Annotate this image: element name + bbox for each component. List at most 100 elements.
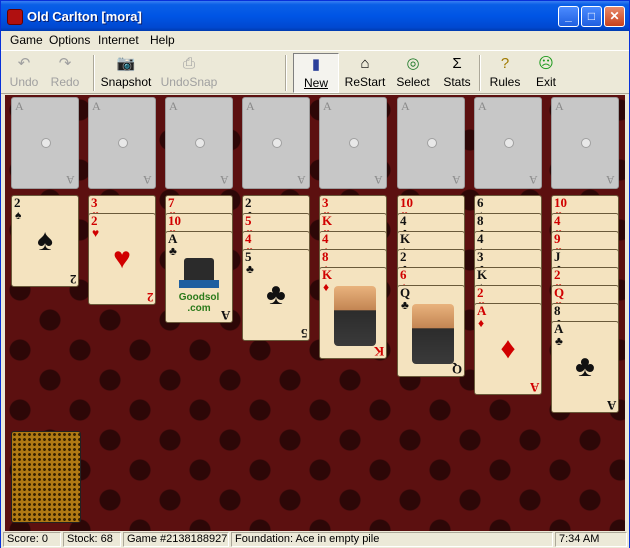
stats-button[interactable]: Σ Stats	[439, 53, 475, 93]
undo-button[interactable]: ↶ Undo	[5, 53, 43, 93]
redo-button[interactable]: ↷ Redo	[45, 53, 85, 93]
playing-card[interactable]: A ♣ Goodsol .com A	[165, 231, 233, 323]
empty-slot-dot-icon	[581, 138, 591, 148]
message-panel: Foundation: Ace in empty pile	[231, 532, 553, 547]
toolbar-separator	[285, 55, 287, 91]
smiley-exit-icon: ☹	[538, 55, 554, 72]
foundation-slot[interactable]: AA	[88, 97, 156, 189]
stock-count-panel: Stock: 68	[63, 532, 121, 547]
foundation-slot[interactable]: AA	[319, 97, 387, 189]
card-rank: K	[373, 344, 384, 359]
question-icon: ?	[500, 55, 510, 72]
playing-card[interactable]: K ♦ K	[319, 267, 387, 359]
redo-icon: ↷	[58, 55, 72, 72]
house-icon: ⌂	[360, 55, 370, 72]
playing-card[interactable]: 2 ♠ ♠ 2	[11, 195, 79, 287]
foundation-label: A	[401, 99, 410, 113]
card-rank: A	[529, 380, 539, 395]
score-panel: Score: 0	[3, 532, 61, 547]
card-suit-icon: ♦	[478, 316, 485, 330]
magnifier-icon: ◎	[406, 55, 420, 72]
card-suit-icon: ♣	[169, 244, 177, 258]
card-rank: A	[606, 398, 616, 413]
card-center-suit-icon: ♠	[37, 224, 53, 257]
new-game-button[interactable]: ▮ New	[293, 53, 339, 93]
game-table: AAAAAAAAAAAAAAAA 2♠♠23♥2♥♥27♥10♥A♣Goodso…	[5, 95, 625, 531]
menu-bar: Game Options Internet Help	[1, 31, 629, 49]
toolbar: ↶ Undo ↷ Redo 📷 Snapshot ⎙ UndoSnap ▮ Ne…	[1, 50, 629, 94]
title-bar[interactable]: Old Carlton [mora] _ □ ✕	[1, 1, 629, 31]
card-suit-icon: ♣	[246, 262, 254, 276]
card-deck-icon: ▮	[311, 56, 321, 73]
menu-options[interactable]: Options	[49, 33, 90, 47]
menu-internet[interactable]: Internet	[98, 33, 139, 47]
foundation-label: A	[452, 173, 461, 187]
playing-card[interactable]: A ♣ ♣ A	[551, 321, 619, 413]
maximize-button[interactable]: □	[581, 6, 602, 27]
card-rank: A	[220, 308, 230, 323]
foundation-slot[interactable]: AA	[474, 97, 542, 189]
menu-game[interactable]: Game	[10, 33, 43, 47]
empty-slot-dot-icon	[427, 138, 437, 148]
rules-button[interactable]: ? Rules	[487, 53, 523, 93]
empty-slot-dot-icon	[118, 138, 128, 148]
select-game-button[interactable]: ◎ Select	[393, 53, 433, 93]
court-card-portrait	[334, 286, 376, 346]
card-suit-icon: ♥	[92, 226, 100, 240]
card-center-suit-icon: ♦	[500, 332, 516, 365]
empty-slot-dot-icon	[41, 138, 51, 148]
app-icon[interactable]	[7, 9, 23, 25]
empty-slot-dot-icon	[504, 138, 514, 148]
court-card-portrait	[412, 304, 454, 364]
clock-panel: 7:34 AM	[555, 532, 627, 547]
foundation-slot[interactable]: AA	[242, 97, 310, 189]
empty-slot-dot-icon	[195, 138, 205, 148]
card-suit-icon: ♣	[401, 298, 409, 312]
sigma-icon: Σ	[452, 55, 462, 72]
menu-help[interactable]: Help	[150, 33, 175, 47]
card-center-suit-icon: ♣	[266, 278, 286, 311]
minimize-button[interactable]: _	[558, 6, 579, 27]
camera-icon: 📷	[116, 55, 136, 72]
card-suit-icon: ♦	[323, 280, 330, 294]
foundation-slot[interactable]: AA	[551, 97, 619, 189]
foundation-label: A	[529, 173, 538, 187]
playing-card[interactable]: A ♦ ♦ A	[474, 303, 542, 395]
undosnap-icon: ⎙	[182, 55, 195, 72]
foundation-slot[interactable]: AA	[165, 97, 233, 189]
undosnap-button[interactable]: ⎙ UndoSnap	[159, 53, 219, 93]
close-button[interactable]: ✕	[604, 6, 625, 27]
foundation-label: A	[15, 99, 24, 113]
undo-icon: ↶	[17, 55, 31, 72]
app-window: Old Carlton [mora] _ □ ✕ Game Options In…	[0, 0, 630, 548]
hat-band	[179, 280, 219, 288]
goodsol-logo: Goodsol .com	[166, 258, 232, 314]
snapshot-button[interactable]: 📷 Snapshot	[99, 53, 153, 93]
game-number-panel: Game #2138188927	[123, 532, 229, 547]
playing-card[interactable]: Q ♣ Q	[397, 285, 465, 377]
foundation-label: A	[220, 173, 229, 187]
foundation-label: A	[555, 99, 564, 113]
playing-card[interactable]: 5 ♣ ♣ 5	[242, 249, 310, 341]
card-rank: Q	[451, 362, 462, 377]
foundation-slot[interactable]: AA	[397, 97, 465, 189]
playing-card[interactable]: 2 ♥ ♥ 2	[88, 213, 156, 305]
card-rank: 5	[300, 326, 308, 341]
foundation-label: A	[606, 173, 615, 187]
empty-slot-dot-icon	[349, 138, 359, 148]
status-bar: Score: 0 Stock: 68 Game #2138188927 Foun…	[1, 531, 629, 548]
stock-pile[interactable]	[11, 431, 81, 523]
card-center-suit-icon: ♥	[113, 242, 131, 275]
foundation-label: A	[323, 99, 332, 113]
foundation-label: A	[92, 99, 101, 113]
foundation-label: A	[169, 99, 178, 113]
exit-button[interactable]: ☹ Exit	[529, 53, 563, 93]
restart-button[interactable]: ⌂ ReStart	[343, 53, 387, 93]
foundation-label: A	[66, 173, 75, 187]
card-rank: 2	[146, 290, 154, 305]
window-title: Old Carlton [mora]	[27, 9, 142, 24]
toolbar-separator	[93, 55, 95, 91]
foundation-label: A	[246, 99, 255, 113]
card-rank: 2	[69, 272, 77, 287]
foundation-slot[interactable]: AA	[11, 97, 79, 189]
